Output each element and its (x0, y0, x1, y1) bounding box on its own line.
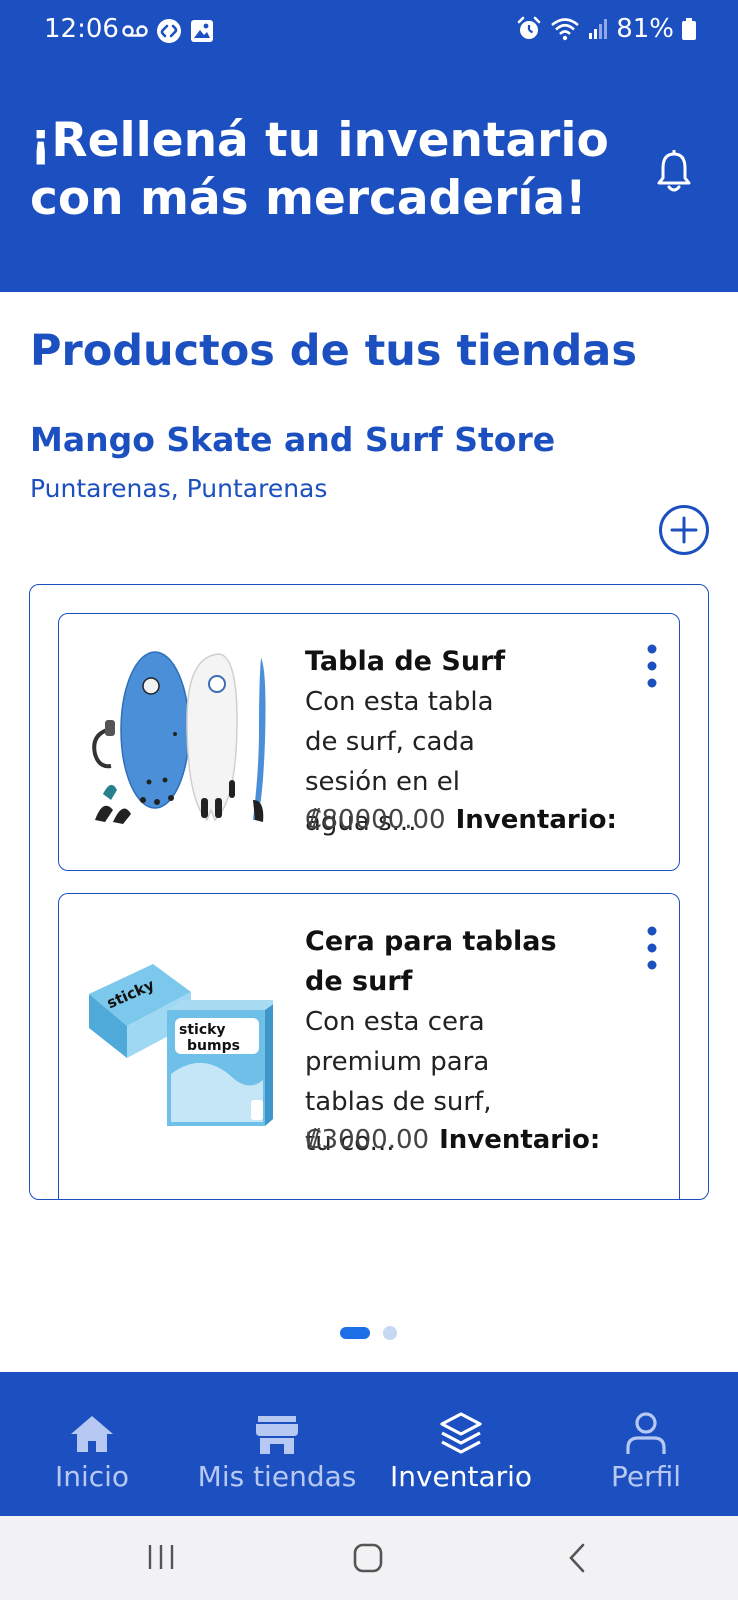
nav-label: Perfil (610, 1460, 682, 1493)
battery-icon (682, 18, 696, 40)
surf-wax-image: sticky sticky bumps (89, 964, 273, 1126)
status-left-icons (122, 18, 214, 44)
surfboard-image (92, 651, 266, 824)
more-options-icon[interactable] (647, 644, 657, 688)
store-location: Puntarenas, Puntarenas (30, 474, 328, 503)
product-name: Tabla de Surf (305, 646, 506, 677)
status-time: 12:06 (44, 14, 119, 44)
header: 12:06 81% ¡Rellená tu inventario con más… (0, 0, 738, 292)
nav-item-inicio[interactable]: Inicio (32, 1372, 152, 1516)
status-right: 81% (516, 14, 696, 44)
product-price-row: ₡3000.00 Inventario: (305, 1120, 600, 1160)
status-bar: 12:06 81% (0, 0, 738, 66)
wifi-icon (551, 18, 580, 41)
pagination-dot-active[interactable] (340, 1327, 370, 1339)
pagination-dot[interactable] (383, 1326, 397, 1340)
header-title: ¡Rellená tu inventario con más mercaderí… (30, 113, 609, 226)
home-icon (71, 1416, 113, 1452)
signal-icon (589, 19, 608, 39)
home-button-icon[interactable] (352, 1542, 384, 1574)
svg-text:bumps: bumps (187, 1038, 240, 1054)
system-nav-bar (0, 1516, 738, 1600)
bottom-nav: Inicio Mis tiendas Inventario Perfil (0, 1372, 738, 1516)
store-name: Mango Skate and Surf Store (30, 420, 556, 459)
user-icon (626, 1412, 666, 1454)
nav-item-perfil[interactable]: Perfil (586, 1372, 706, 1516)
product-price: ₡3000.00 (305, 1125, 430, 1155)
nav-label: Mis tiendas (197, 1460, 357, 1493)
svg-text:sticky: sticky (179, 1022, 226, 1038)
nav-label: Inicio (54, 1460, 130, 1493)
shazam-icon (157, 19, 181, 43)
inventory-label: Inventario: (455, 805, 617, 835)
products-carousel[interactable]: Tabla de Surf Con esta tabla de surf, ca… (29, 584, 709, 1200)
recent-apps-icon[interactable] (146, 1542, 176, 1572)
bell-icon[interactable] (655, 150, 693, 194)
nav-label: Inventario (389, 1460, 533, 1493)
product-card[interactable]: sticky sticky bumps Cera para tablas de … (58, 893, 680, 1199)
product-card[interactable]: Tabla de Surf Con esta tabla de surf, ca… (58, 613, 680, 871)
product-price: ₡80000.00 (305, 805, 446, 835)
battery-percent: 81% (616, 14, 674, 44)
layers-icon (440, 1412, 482, 1454)
more-options-icon[interactable] (647, 926, 657, 970)
inventory-label: Inventario: (439, 1125, 601, 1155)
product-price-row: ₡80000.00 Inventario: (305, 800, 617, 840)
plus-circle-icon[interactable] (658, 504, 710, 556)
nav-item-mis-tiendas[interactable]: Mis tiendas (192, 1372, 362, 1516)
alarm-icon (517, 16, 541, 39)
pagination-dots (340, 1326, 397, 1340)
product-name: Cera para tablas de surf (305, 926, 557, 997)
store-icon (256, 1416, 298, 1454)
gallery-icon (191, 20, 213, 42)
nav-item-inventario[interactable]: Inventario (384, 1372, 538, 1516)
back-button-icon[interactable] (566, 1542, 588, 1574)
voicemail-icon (122, 25, 148, 37)
section-title: Productos de tus tiendas (30, 326, 637, 376)
